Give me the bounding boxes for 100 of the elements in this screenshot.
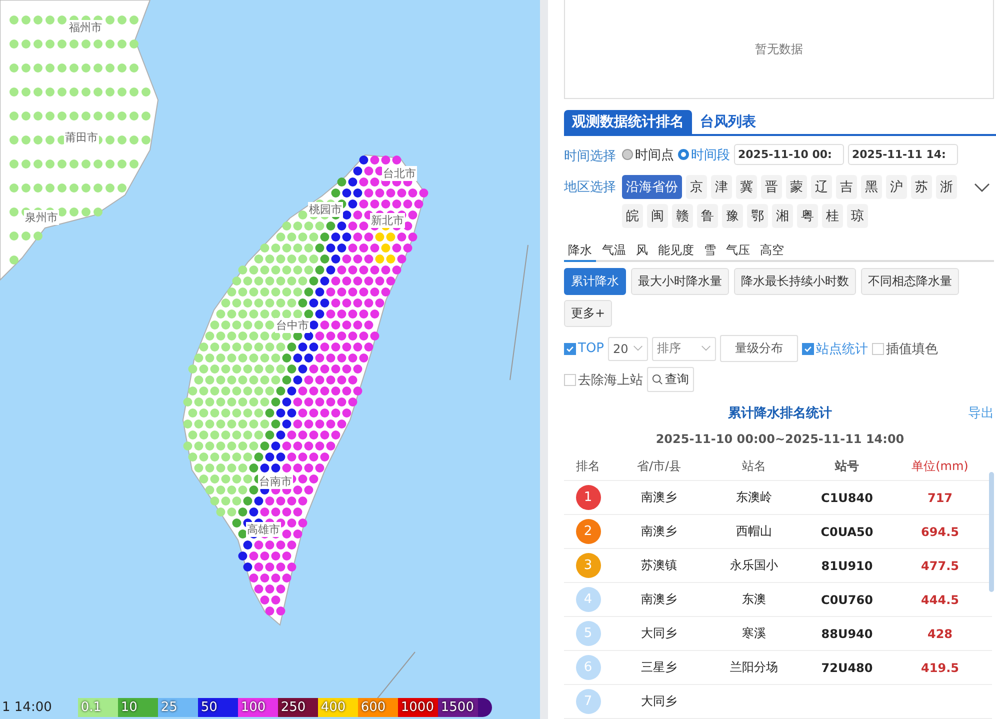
rank-badge: 3 [576,553,600,578]
stat-button[interactable]: 不同相态降水量 [861,268,959,295]
checkbox-icon [564,374,576,386]
table-cell: C0U760 [821,592,873,606]
region-button[interactable]: 鄂 [747,204,768,228]
scrollbar[interactable] [989,472,994,592]
table-cell: 东澳岭 [736,489,772,506]
tab[interactable]: 气压 [722,242,754,260]
chevron-down-icon[interactable] [974,183,990,193]
legend-swatch: 1500 [438,698,478,717]
city-label: 台南市 [258,474,293,489]
caret-icon [701,345,712,352]
region-button[interactable]: 湘 [772,204,793,228]
level-distribution-button[interactable]: 量级分布 [720,335,798,362]
tab[interactable]: 雪 [700,242,720,260]
legend-swatch: 250 [278,698,318,717]
table-cell: 694.5 [921,524,959,538]
stat-button[interactable]: 最大小时降水量 [631,268,729,295]
tab[interactable]: 台风列表 [692,110,764,134]
region-button[interactable]: 沪 [886,175,907,199]
stat-button[interactable]: 累计降水 [564,268,626,295]
region-button[interactable]: 冀 [736,175,757,199]
region-button[interactable]: 辽 [811,175,832,199]
rank-badge: 6 [576,655,600,680]
region-button[interactable]: 京 [686,175,707,199]
sort-dropdown[interactable]: 排序 [652,336,716,360]
table-cell: 428 [927,626,953,640]
rank-badge: 4 [576,587,600,612]
rank-badge: 2 [576,519,600,544]
region-button[interactable]: 苏 [911,175,932,199]
region-button[interactable]: 浙 [936,175,957,199]
region-button[interactable]: 津 [711,175,732,199]
table-cell: 81U910 [821,558,873,572]
region-button[interactable]: 吉 [836,175,857,199]
column-header: 站名 [741,458,767,474]
legend-swatch: 25 [158,698,198,717]
stat-button[interactable]: 降水最长持续小时数 [734,268,856,295]
count-dropdown[interactable]: 20 [608,336,648,360]
checkbox-icon [802,342,814,354]
checkbox-icon [872,342,884,354]
legend-swatch: 10 [118,698,158,717]
table-cell: 444.5 [921,592,959,606]
table-cell: 477.5 [921,558,959,572]
table-cell: C0UA50 [820,524,874,538]
region-button[interactable]: 晋 [761,175,782,199]
region-button[interactable]: 鲁 [697,204,718,228]
rank-badge: 1 [576,485,600,510]
legend-swatch: 100 [238,698,278,717]
tab[interactable]: 气温 [598,242,630,260]
city-label: 台中市 [275,318,310,333]
table-cell: 717 [927,490,953,504]
table-cell: 寒溪 [742,625,766,642]
start-date-field[interactable]: 2025-11-10 00: [734,144,844,165]
legend-swatch: 0.1 [78,698,118,717]
table-cell: 东澳 [742,591,766,608]
legend-swatch: 600 [358,698,398,717]
region-button[interactable]: 皖 [622,204,643,228]
table-cell: 三星乡 [641,659,677,676]
time-select-label: 时间选择 [564,148,616,165]
region-button[interactable]: 桂 [822,204,843,228]
table-cell: 419.5 [921,660,959,674]
caret-icon [633,345,644,352]
table-cell: 72U480 [821,660,873,674]
query-button[interactable]: 查询 [647,367,694,392]
table-cell: 大同乡 [641,625,677,642]
table-cell: 南澳乡 [641,591,677,608]
table-cell: 兰阳分场 [730,659,778,676]
checkbox[interactable]: 去除海上站 [564,370,643,388]
radio-option[interactable]: 时间段 [678,146,730,164]
tab[interactable]: 观测数据统计排名 [564,110,692,134]
table-cell: 西帽山 [736,523,772,540]
column-header: 站号 [834,458,860,474]
region-select-label: 地区选择 [564,179,616,196]
stat-button[interactable]: 更多+ [564,300,612,327]
table-cell: 苏澳镇 [641,557,677,574]
radio-option[interactable]: 时间点 [622,146,674,164]
tab[interactable]: 风 [632,242,652,260]
column-header: 单位(mm) [910,458,970,474]
region-button[interactable]: 粤 [797,204,818,228]
table-cell: 南澳乡 [641,489,677,506]
region-button[interactable]: 豫 [722,204,743,228]
legend-swatch: 50 [198,698,238,717]
time-label: 1 14:00 [1,700,52,715]
region-button[interactable]: 闽 [647,204,668,228]
checkbox-icon [564,342,576,354]
column-header: 省/市/县 [636,458,682,474]
search-icon [652,374,663,385]
checkbox[interactable]: 插值填色 [872,340,938,358]
rank-badge: 5 [576,621,600,646]
city-label: 泉州市 [24,210,59,225]
region-button[interactable]: 赣 [672,204,693,228]
city-label: 台北市 [382,166,417,181]
region-button[interactable]: 蒙 [786,175,807,199]
end-date-field[interactable]: 2025-11-11 14: [848,144,958,165]
tab[interactable]: 高空 [756,242,788,260]
region-button[interactable]: 沿海省份 [622,175,682,199]
tab[interactable]: 降水 [564,242,596,262]
region-button[interactable]: 黑 [861,175,882,199]
region-button[interactable]: 琼 [847,204,868,228]
tab[interactable]: 能见度 [654,242,698,260]
